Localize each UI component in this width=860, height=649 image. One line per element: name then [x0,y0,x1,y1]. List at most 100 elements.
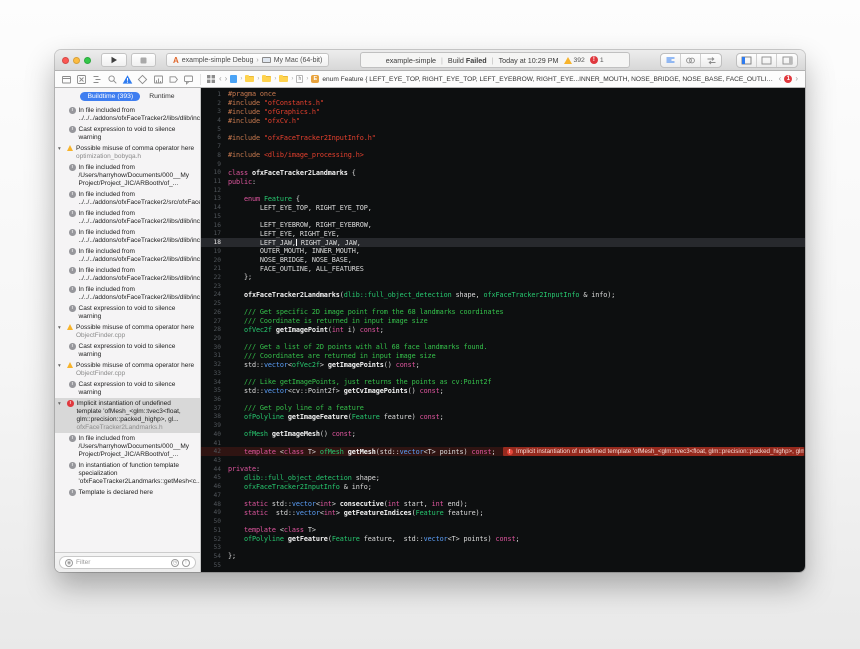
code-line[interactable]: 54}; [201,552,805,561]
code-line[interactable]: 38 ofPolyline getImageFeature(Feature fe… [201,413,805,422]
code-line[interactable]: 52 ofPolyline getFeature(Feature feature… [201,535,805,544]
code-line[interactable]: 23 [201,282,805,291]
issue-item-note[interactable]: ! In instantiation of function template s… [55,460,200,487]
code-line[interactable]: 41 [201,439,805,448]
issue-item-note[interactable]: ! In file included from ../../../addons/o… [55,227,200,246]
code-line[interactable]: 35 std::vector<cv::Point2f> getCvImagePo… [201,386,805,395]
report-navigator-icon[interactable] [183,74,194,85]
activity-status[interactable]: example-simple | Build Failed | Today at… [359,52,630,68]
debug-navigator-icon[interactable] [153,74,164,85]
code-line[interactable]: 53 [201,543,805,552]
source-control-navigator-icon[interactable] [76,74,87,85]
code-line[interactable]: 43 [201,456,805,465]
issue-item-note[interactable]: ! In file included from /Users/harryhow/D… [55,433,200,460]
disclosure-triangle-icon[interactable]: ▾ [58,362,64,378]
code-line[interactable]: 42 template <class T> ofMesh getMesh(std… [201,447,805,457]
code-line[interactable]: 12 [201,186,805,195]
code-line[interactable]: 27 /// Coordinate is returned in input i… [201,317,805,326]
code-line[interactable]: 46 ofxFaceTracker2InputInfo & info; [201,482,805,491]
issue-item-note[interactable]: ! In file included from ../../../addons/o… [55,246,200,265]
issue-item-warning[interactable]: ▾ Possible misuse of comma operator here O… [55,360,200,379]
folder-crumb-icon[interactable] [262,74,272,82]
issue-item-note[interactable]: ! In file included from ../../../addons/o… [55,265,200,284]
code-line[interactable]: 49 static std::vector<int> getFeatureInd… [201,509,805,518]
stop-button[interactable] [131,53,156,67]
disclosure-triangle-icon[interactable]: ▾ [58,324,64,340]
code-line[interactable]: 2 #include "ofConstants.h" [201,99,805,108]
version-editor-button[interactable] [701,54,721,67]
toggle-debug-area-button[interactable] [757,53,777,67]
issue-item-warning[interactable]: ▾ Possible misuse of comma operator here O… [55,322,200,341]
tab-runtime[interactable]: Runtime [149,93,174,100]
code-line[interactable]: 16 LEFT_EYEBROW, RIGHT_EYEBROW, [201,221,805,230]
code-line[interactable]: 40 ofMesh getImageMesh() const; [201,430,805,439]
disclosure-triangle-icon[interactable]: ▾ [58,145,64,161]
next-issue-button[interactable]: › [795,75,798,83]
code-line[interactable]: 21 FACE_OUTLINE, ALL_FEATURES [201,264,805,273]
code-line[interactable]: 26 /// Get specific 2D image point from … [201,308,805,317]
toggle-navigator-panel-button[interactable] [737,53,757,67]
previous-issue-button[interactable]: ‹ [779,75,782,83]
code-line[interactable]: 50 [201,517,805,526]
issue-item-note[interactable]: ! Cast expression to void to silence warn… [55,341,200,360]
code-line[interactable]: 29 [201,334,805,343]
filter-input[interactable]: ◉ Filter ◷ ! [59,556,196,569]
minimize-window-button[interactable] [73,56,80,64]
code-editor[interactable]: 1 #pragma once 2 #include "ofConstants.h" 3 #… [201,88,805,572]
inline-error-banner[interactable]: ! Implicit instantiation of undefined tem… [502,447,804,457]
code-line[interactable]: 8 #include <dlib/image_processing.h> [201,151,805,160]
warning-count-badge[interactable]: 392 [563,56,585,64]
run-button[interactable] [101,53,127,67]
breadcrumb[interactable]: enum Feature { LEFT_EYE_TOP, RIGHT_EYE_T… [322,76,775,83]
issue-item-note[interactable]: ! In file included from ../../../addons/o… [55,105,200,124]
code-line[interactable]: 6 #include "ofxFaceTracker2InputInfo.h" [201,134,805,143]
standard-editor-button[interactable] [661,53,681,67]
code-line[interactable]: 22 }; [201,273,805,282]
code-line[interactable]: 9 [201,160,805,169]
issue-item-note[interactable]: ! Cast expression to void to silence warn… [55,379,200,398]
code-line[interactable]: 48 static std::vector<int> consecutive(i… [201,500,805,509]
toggle-inspector-panel-button[interactable] [777,54,797,67]
folder-crumb-icon[interactable] [245,74,255,82]
code-line[interactable]: 30 /// Get a list of 2D points with all … [201,343,805,352]
issue-item-note[interactable]: ! Cast expression to void to silence warn… [55,124,200,143]
error-count-badge[interactable]: ! 1 [589,56,604,64]
show-errors-only-icon[interactable]: ! [182,558,190,567]
code-line[interactable]: 4 #include "ofxCv.h" [201,116,805,125]
code-line[interactable]: 15 [201,212,805,221]
code-line[interactable]: 13 enum Feature { [201,195,805,204]
code-line[interactable]: 31 /// Coordinates are returned in input… [201,352,805,361]
code-line[interactable]: 51 template <class T> [201,526,805,535]
code-line[interactable]: 20 NOSE_BRIDGE, NOSE_BASE, [201,256,805,265]
issue-navigator-icon[interactable] [122,74,133,85]
code-line[interactable]: 25 [201,299,805,308]
close-window-button[interactable] [62,56,69,64]
issue-item-note[interactable]: ! In file included from ../../../addons/o… [55,284,200,303]
issue-item-note[interactable]: ! In file included from ../../../addons/o… [55,189,200,208]
back-button[interactable]: ‹ [219,75,222,83]
code-line[interactable]: 17 LEFT_EYE, RIGHT_EYE, [201,230,805,239]
scheme-selector[interactable]: A example-simple Debug › My Mac (64-bit) [166,53,330,67]
search-navigator-icon[interactable] [107,74,118,85]
related-items-icon[interactable] [206,74,216,84]
code-line[interactable]: 14 LEFT_EYE_TOP, RIGHT_EYE_TOP, [201,203,805,212]
issue-item-warning[interactable]: ▾ Possible misuse of comma operator here o… [55,143,200,162]
show-recent-issues-icon[interactable]: ◷ [171,558,179,567]
code-line[interactable]: 39 [201,421,805,430]
header-file-crumb-icon[interactable]: h [296,75,304,83]
issue-item-note[interactable]: ! Cast expression to void to silence warn… [55,303,200,322]
code-line[interactable]: 5 [201,125,805,134]
zoom-window-button[interactable] [84,56,91,64]
issue-item-note[interactable]: ! In file included from /Users/harryhow/D… [55,162,200,189]
code-line[interactable]: 47 [201,491,805,500]
code-line[interactable]: 7 [201,142,805,151]
code-line[interactable]: 1 #pragma once [201,90,805,99]
issue-item-note[interactable]: ! Template is declared here [55,487,200,498]
code-line[interactable]: 19 OUTER_MOUTH, INNER_MOUTH, [201,247,805,256]
symbol-navigator-icon[interactable] [92,74,103,85]
code-line[interactable]: 28 ofVec2f getImagePoint(int i) const; [201,325,805,334]
code-line[interactable]: 37 /// Get poly line of a feature [201,404,805,413]
code-line[interactable]: 18 LEFT_JAW, RIGHT_JAW, JAW, [201,238,805,247]
tab-buildtime[interactable]: Buildtime (393) [80,91,141,101]
code-line[interactable]: 34 /// Like getImagePoints, just returns… [201,378,805,387]
